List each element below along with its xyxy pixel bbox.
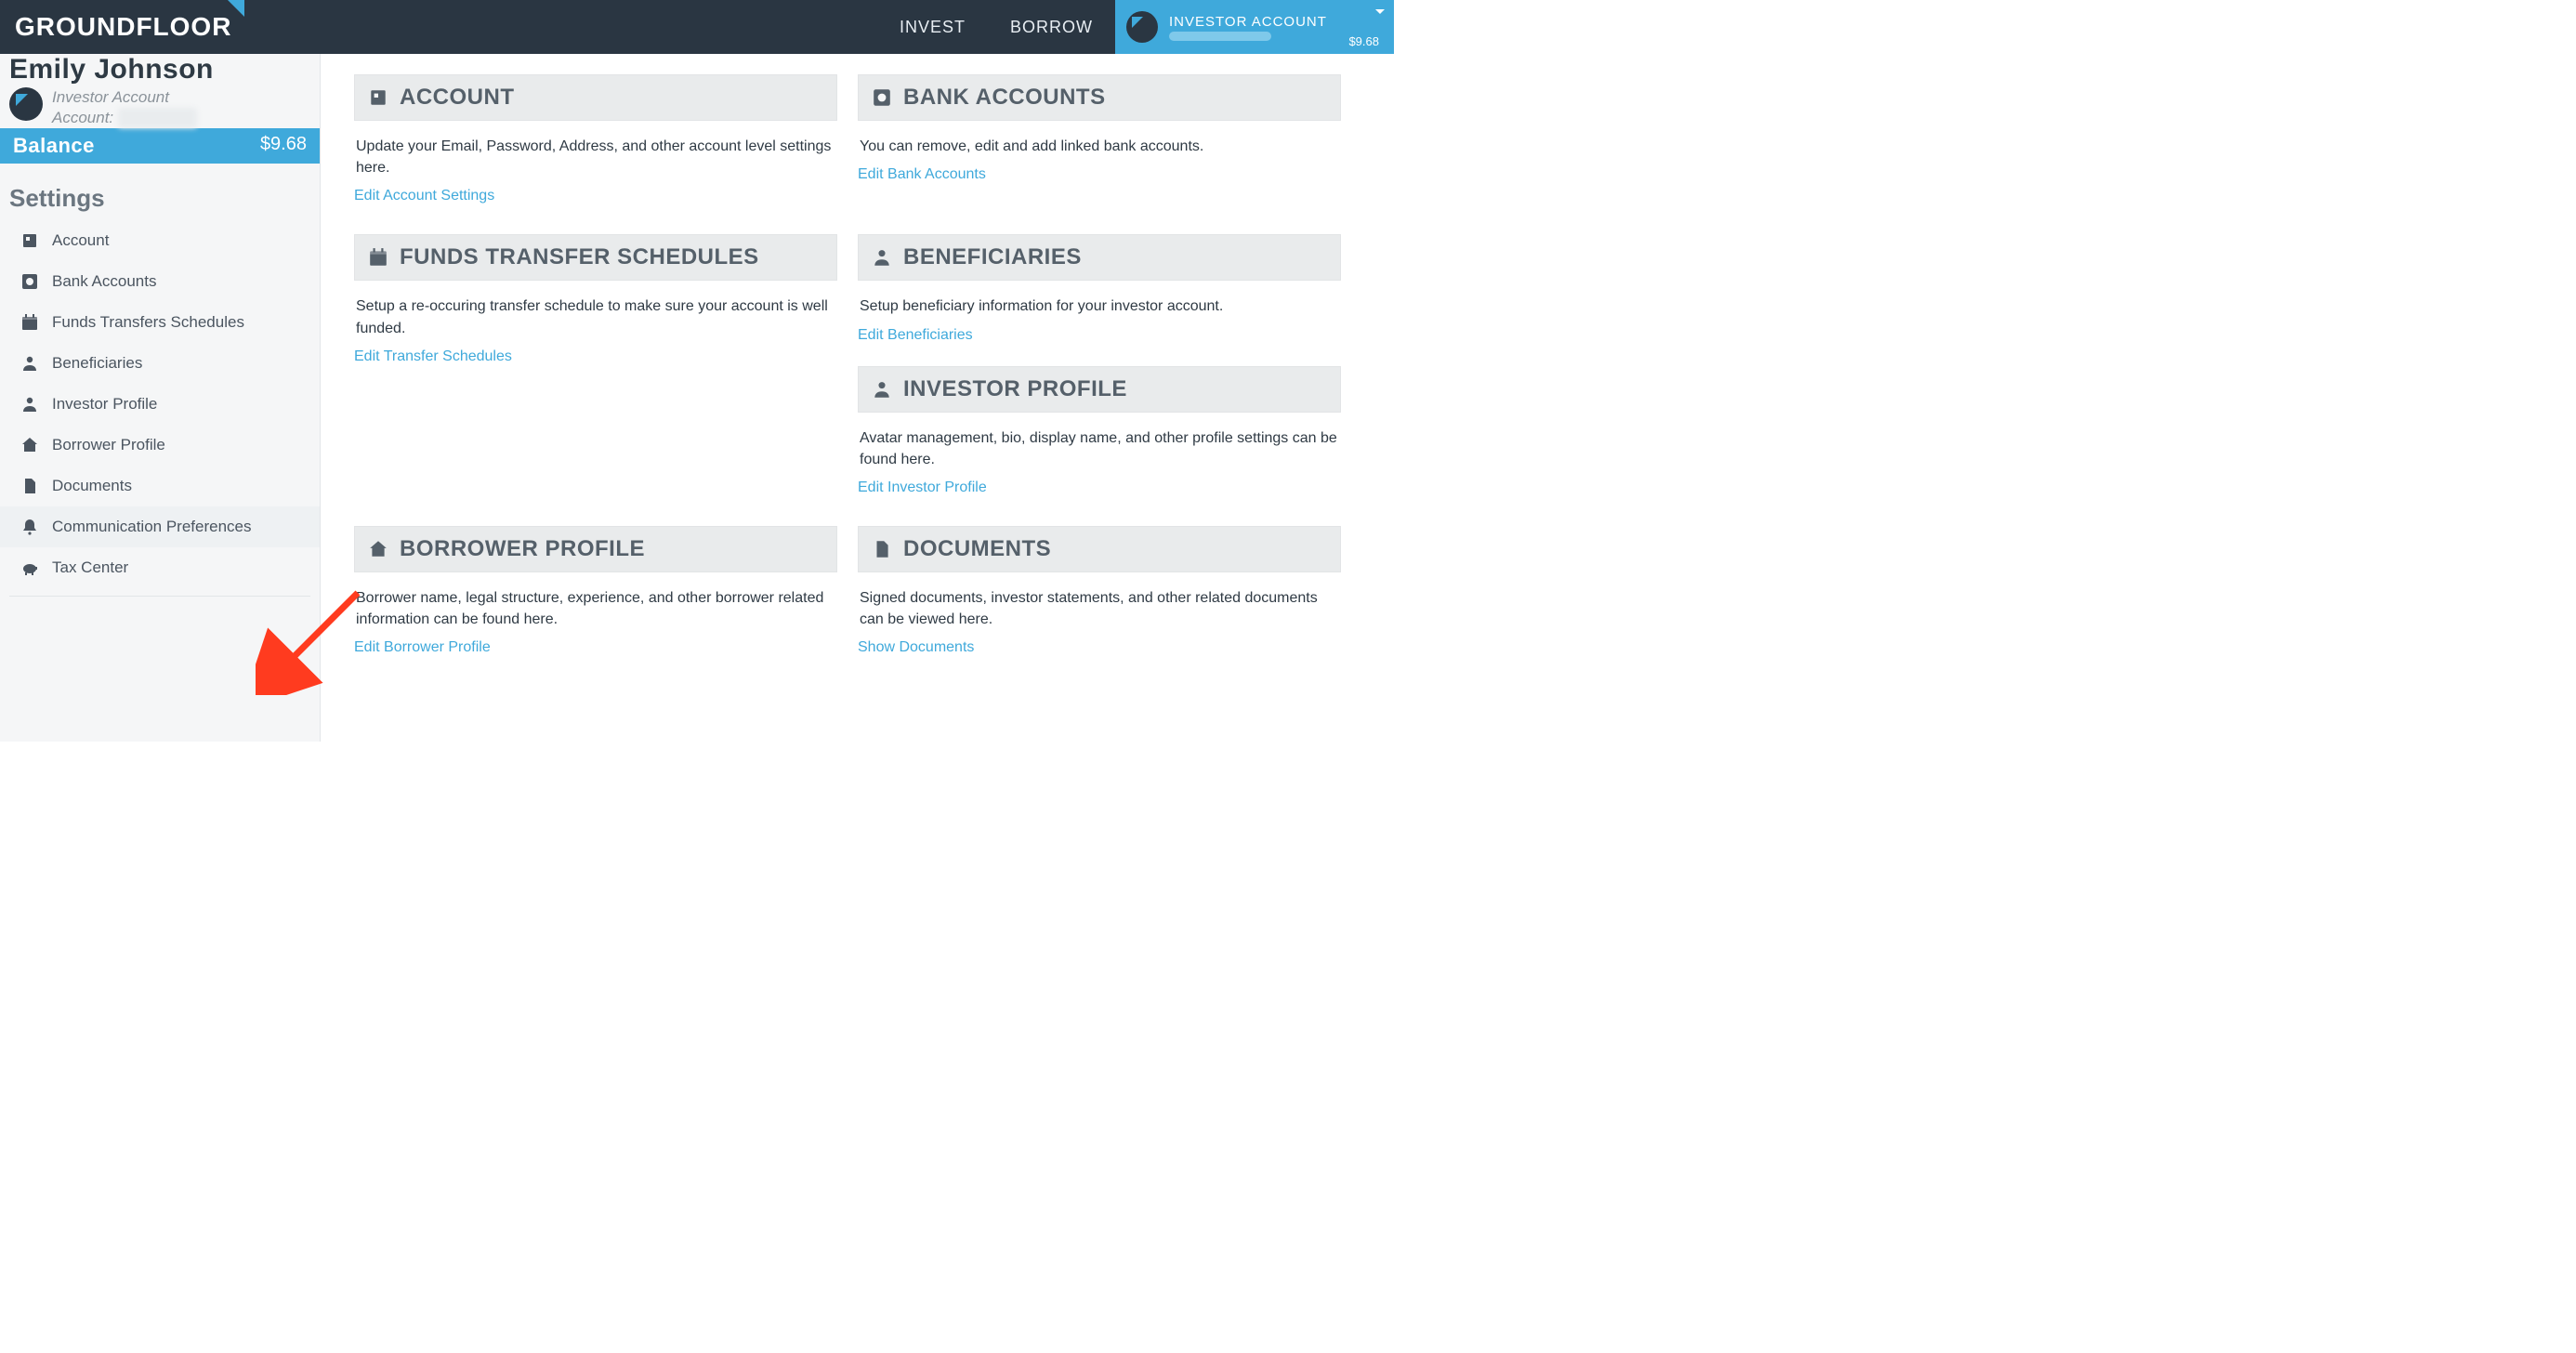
card-title: BANK ACCOUNTS — [903, 85, 1106, 111]
balance-label: Balance — [13, 134, 95, 158]
sidebar-item-label: Funds Transfers Schedules — [52, 313, 244, 332]
home-icon — [20, 436, 39, 454]
card-title: BENEFICIARIES — [903, 244, 1082, 270]
nav-invest[interactable]: INVEST — [877, 0, 988, 54]
sidebar-item-label: Bank Accounts — [52, 272, 156, 291]
sidebar-item-label: Tax Center — [52, 558, 128, 577]
card-desc: Avatar management, bio, display name, an… — [858, 413, 1341, 479]
account-pill-title: INVESTOR ACCOUNT — [1169, 14, 1327, 30]
sidebar-item-label: Communication Preferences — [52, 518, 251, 536]
card-funds-transfer-schedules: FUNDS TRANSFER SCHEDULES Setup a re-occu… — [354, 234, 837, 381]
brand-logo[interactable]: GROUNDFLOOR — [0, 0, 246, 54]
sidebar-item-account[interactable]: Account — [0, 220, 320, 261]
card-investor-profile: INVESTOR PROFILE Avatar management, bio,… — [858, 366, 1341, 513]
person-icon — [872, 247, 892, 268]
avatar-icon — [1126, 11, 1158, 43]
sidebar-item-documents[interactable]: Documents — [0, 466, 320, 506]
sidebar-separator — [9, 596, 310, 597]
card-title: ACCOUNT — [400, 85, 515, 111]
card-desc: Setup a re-occuring transfer schedule to… — [354, 281, 837, 348]
calendar-icon — [368, 247, 388, 268]
avatar-icon — [9, 87, 43, 121]
balance-amount: $9.68 — [260, 134, 307, 158]
sidebar-item-label: Beneficiaries — [52, 354, 142, 373]
brand-text: GROUNDFLOOR — [15, 12, 231, 42]
calendar-icon — [20, 313, 39, 332]
sidebar-item-investor-profile[interactable]: Investor Profile — [0, 384, 320, 425]
sidebar-list: Account Bank Accounts Funds Transfers Sc… — [0, 220, 320, 588]
card-account: ACCOUNT Update your Email, Password, Add… — [354, 74, 837, 221]
card-title: INVESTOR PROFILE — [903, 376, 1127, 402]
sidebar-item-communication-preferences[interactable]: Communication Preferences — [0, 506, 320, 547]
account-pill-balance: $9.68 — [1348, 34, 1379, 48]
link-edit-investor-profile[interactable]: Edit Investor Profile — [858, 479, 987, 513]
profile-meta: Investor Account Account: — [52, 87, 197, 128]
link-edit-beneficiaries[interactable]: Edit Beneficiaries — [858, 327, 973, 361]
card-borrower-profile: BORROWER PROFILE Borrower name, legal st… — [354, 526, 837, 673]
sidebar-item-tax-center[interactable]: Tax Center — [0, 547, 320, 588]
card-desc: Borrower name, legal structure, experien… — [354, 572, 837, 639]
sidebar-item-bank-accounts[interactable]: Bank Accounts — [0, 261, 320, 302]
sidebar: Emily Johnson Investor Account Account: … — [0, 54, 321, 742]
bell-icon — [20, 518, 39, 536]
sidebar-item-label: Account — [52, 231, 109, 250]
link-edit-bank-accounts[interactable]: Edit Bank Accounts — [858, 166, 986, 200]
profile-account-label: Account: — [52, 109, 113, 126]
link-edit-account-settings[interactable]: Edit Account Settings — [354, 188, 494, 221]
sidebar-item-borrower-profile[interactable]: Borrower Profile — [0, 425, 320, 466]
brand-triangle-icon — [228, 0, 244, 17]
piggy-icon — [20, 558, 39, 577]
sidebar-item-label: Documents — [52, 477, 132, 495]
card-desc: You can remove, edit and add linked bank… — [858, 121, 1341, 166]
account-dropdown[interactable]: INVESTOR ACCOUNT $9.68 — [1115, 0, 1394, 54]
top-nav: GROUNDFLOOR INVEST BORROW INVESTOR ACCOU… — [0, 0, 1394, 54]
card-beneficiaries: BENEFICIARIES Setup beneficiary informat… — [858, 234, 1341, 360]
person-icon — [872, 379, 892, 400]
sidebar-item-label: Borrower Profile — [52, 436, 165, 454]
card-desc: Update your Email, Password, Address, an… — [354, 121, 837, 188]
person-icon — [20, 354, 39, 373]
card-title: FUNDS TRANSFER SCHEDULES — [400, 244, 759, 270]
bank-icon — [872, 87, 892, 108]
nav-borrow[interactable]: BORROW — [988, 0, 1115, 54]
account-icon — [368, 87, 388, 108]
card-bank-accounts: BANK ACCOUNTS You can remove, edit and a… — [858, 74, 1341, 200]
profile-name: Emily Johnson — [0, 54, 320, 85]
card-desc: Signed documents, investor statements, a… — [858, 572, 1341, 639]
card-title: DOCUMENTS — [903, 536, 1051, 562]
sidebar-item-label: Investor Profile — [52, 395, 157, 414]
card-documents: DOCUMENTS Signed documents, investor sta… — [858, 526, 1341, 673]
profile-type: Investor Account — [52, 87, 197, 108]
main-content: ACCOUNT Update your Email, Password, Add… — [321, 54, 1394, 742]
doc-icon — [872, 539, 892, 559]
bank-icon — [20, 272, 39, 291]
sidebar-item-funds-schedules[interactable]: Funds Transfers Schedules — [0, 302, 320, 343]
sidebar-item-beneficiaries[interactable]: Beneficiaries — [0, 343, 320, 384]
person-icon — [20, 395, 39, 414]
home-icon — [368, 539, 388, 559]
card-title: BORROWER PROFILE — [400, 536, 645, 562]
link-show-documents[interactable]: Show Documents — [858, 639, 974, 673]
doc-icon — [20, 477, 39, 495]
link-edit-borrower-profile[interactable]: Edit Borrower Profile — [354, 639, 491, 673]
profile-account-number-redacted — [118, 108, 197, 128]
card-desc: Setup beneficiary information for your i… — [858, 281, 1341, 326]
sidebar-section-title: Settings — [0, 164, 320, 220]
link-edit-transfer-schedules[interactable]: Edit Transfer Schedules — [354, 348, 512, 382]
account-pill-redacted — [1169, 32, 1271, 41]
chevron-down-icon — [1375, 9, 1385, 14]
balance-bar[interactable]: Balance $9.68 — [0, 128, 320, 164]
account-icon — [20, 231, 39, 250]
